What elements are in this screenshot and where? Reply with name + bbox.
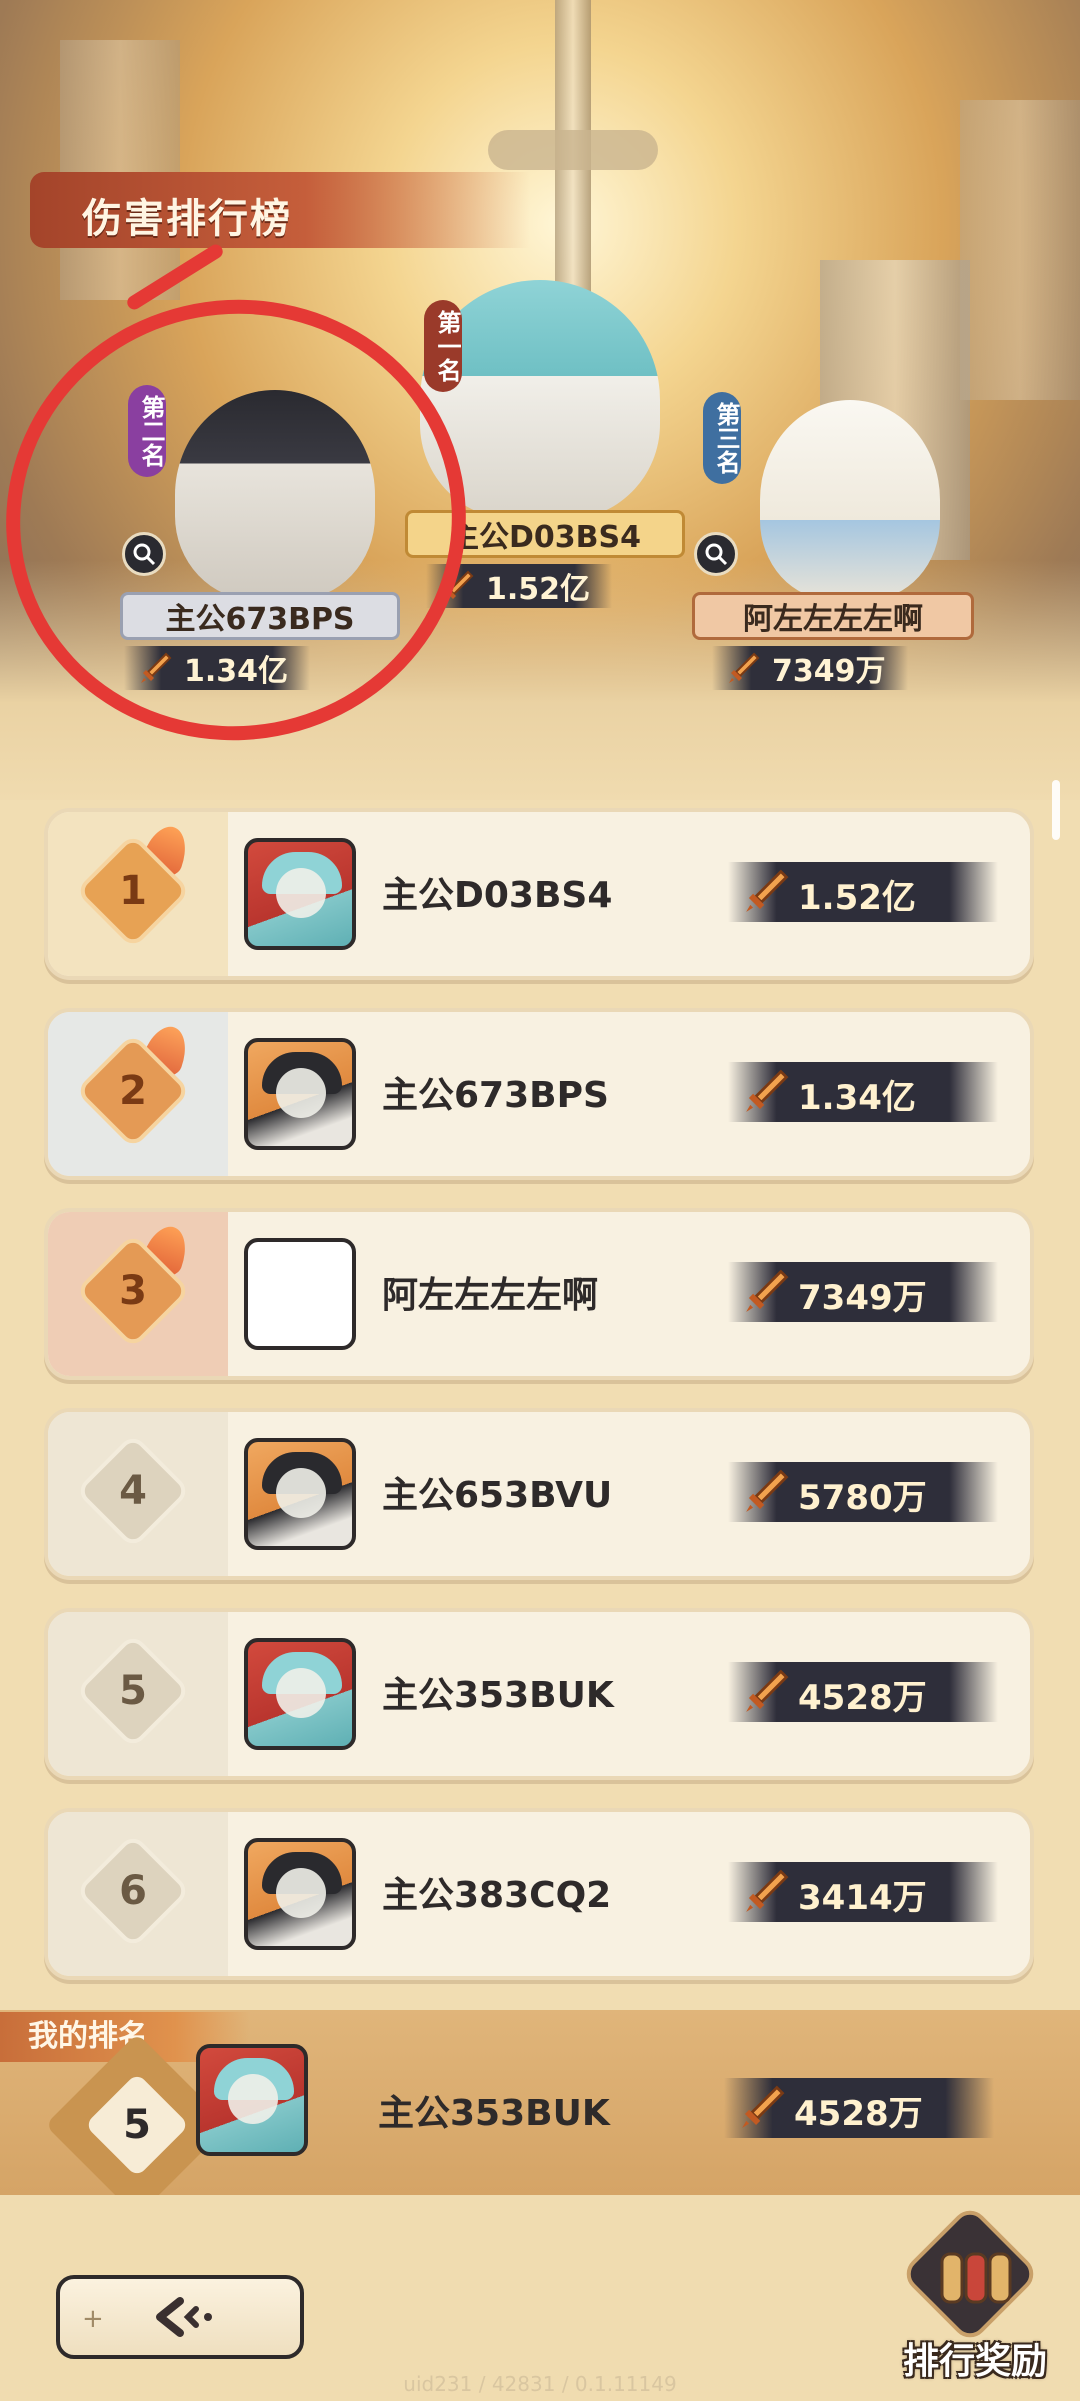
damage-score: 1.34亿 bbox=[798, 1078, 916, 1118]
avatar[interactable] bbox=[244, 838, 356, 950]
podium-third-score-plate: 7349万 bbox=[712, 646, 908, 690]
title-banner: 伤害排行榜 bbox=[30, 172, 530, 248]
rank-number: 5 bbox=[119, 1668, 147, 1714]
player-name: 主公D03BS4 bbox=[382, 875, 613, 916]
back-button[interactable]: + bbox=[56, 2275, 304, 2359]
footer-text: uid231 / 42831 / 0.1.11149 bbox=[403, 2372, 677, 2396]
ranking-reward-button[interactable]: 排行奖励 bbox=[880, 2203, 1070, 2390]
damage-score-plate: 3414万 bbox=[728, 1862, 998, 1922]
player-name: 主公353BUK bbox=[382, 1675, 614, 1716]
sword-icon bbox=[729, 652, 760, 683]
background-sword-guard bbox=[488, 130, 658, 170]
my-damage-score: 4528万 bbox=[794, 2094, 923, 2134]
rank-cell: 3 bbox=[48, 1212, 228, 1376]
damage-score-plate: 5780万 bbox=[728, 1462, 998, 1522]
rank-number: 1 bbox=[119, 868, 147, 914]
player-name: 主公653BVU bbox=[382, 1475, 613, 1516]
sword-icon bbox=[746, 1669, 789, 1712]
sword-icon bbox=[746, 1869, 789, 1912]
player-name: 主公383CQ2 bbox=[382, 1875, 612, 1916]
damage-score-plate: 1.34亿 bbox=[728, 1062, 998, 1122]
my-damage-score-plate: 4528万 bbox=[724, 2078, 994, 2138]
damage-score: 7349万 bbox=[798, 1278, 927, 1318]
page-title: 伤害排行榜 bbox=[82, 196, 292, 242]
my-player-name: 主公353BUK bbox=[378, 2093, 610, 2134]
rank-cell: 5 bbox=[48, 1612, 228, 1776]
ranking-row[interactable]: 2 主公673BPS 1.34亿 bbox=[44, 1008, 1034, 1180]
damage-score: 1.52亿 bbox=[798, 878, 916, 918]
rank-cell: 1 bbox=[48, 812, 228, 976]
podium-first-rank-tag: 第一名 bbox=[424, 300, 462, 392]
rank-cell: 2 bbox=[48, 1012, 228, 1176]
sword-icon bbox=[746, 1269, 789, 1312]
podium-third-name: 阿左左左左啊 bbox=[692, 592, 974, 640]
background-pillar bbox=[960, 100, 1080, 400]
my-avatar[interactable] bbox=[196, 2044, 308, 2156]
scroll-glyph-icon bbox=[940, 2252, 1012, 2304]
background-pillar bbox=[60, 40, 180, 300]
ranking-row[interactable]: 6 主公383CQ2 3414万 bbox=[44, 1808, 1034, 1980]
damage-score-plate: 1.52亿 bbox=[728, 862, 998, 922]
player-name: 主公673BPS bbox=[382, 1075, 609, 1116]
player-name: 阿左左左左啊 bbox=[382, 1275, 599, 1316]
scrollbar[interactable] bbox=[1052, 780, 1060, 840]
damage-score-plate: 4528万 bbox=[728, 1662, 998, 1722]
podium-third-rank-tag: 第三名 bbox=[703, 392, 741, 484]
sword-icon bbox=[746, 869, 789, 912]
damage-score: 5780万 bbox=[798, 1478, 927, 1518]
damage-score: 4528万 bbox=[798, 1678, 927, 1718]
avatar[interactable] bbox=[244, 1238, 356, 1350]
rank-cell: 6 bbox=[48, 1812, 228, 1976]
rank-number: 2 bbox=[119, 1068, 147, 1114]
damage-score: 3414万 bbox=[798, 1878, 927, 1918]
sword-icon bbox=[746, 1469, 789, 1512]
podium-third-score: 7349万 bbox=[772, 654, 886, 689]
ranking-row[interactable]: 3 阿左左左左啊 7349万 bbox=[44, 1208, 1034, 1380]
my-rank-number: 5 bbox=[123, 2102, 151, 2148]
rank-number: 3 bbox=[119, 1268, 147, 1314]
zoom-icon[interactable] bbox=[694, 532, 738, 576]
avatar[interactable] bbox=[244, 1838, 356, 1950]
back-arrow-icon: + bbox=[82, 2297, 212, 2337]
damage-score-plate: 7349万 bbox=[728, 1262, 998, 1322]
rank-cell: 4 bbox=[48, 1412, 228, 1576]
sword-icon bbox=[746, 1069, 789, 1112]
rank-number: 6 bbox=[119, 1868, 147, 1914]
rank-number: 4 bbox=[119, 1468, 147, 1514]
avatar[interactable] bbox=[244, 1038, 356, 1150]
svg-text:+: + bbox=[82, 2304, 104, 2334]
ranking-row[interactable]: 5 主公353BUK 4528万 bbox=[44, 1608, 1034, 1780]
ranking-row[interactable]: 1 主公D03BS4 1.52亿 bbox=[44, 808, 1034, 980]
podium-third-character[interactable] bbox=[760, 400, 940, 600]
avatar[interactable] bbox=[244, 1438, 356, 1550]
sword-icon bbox=[742, 2085, 785, 2128]
podium-first-score: 1.52亿 bbox=[486, 572, 591, 607]
avatar[interactable] bbox=[244, 1638, 356, 1750]
ranking-row[interactable]: 4 主公653BVU 5780万 bbox=[44, 1408, 1034, 1580]
